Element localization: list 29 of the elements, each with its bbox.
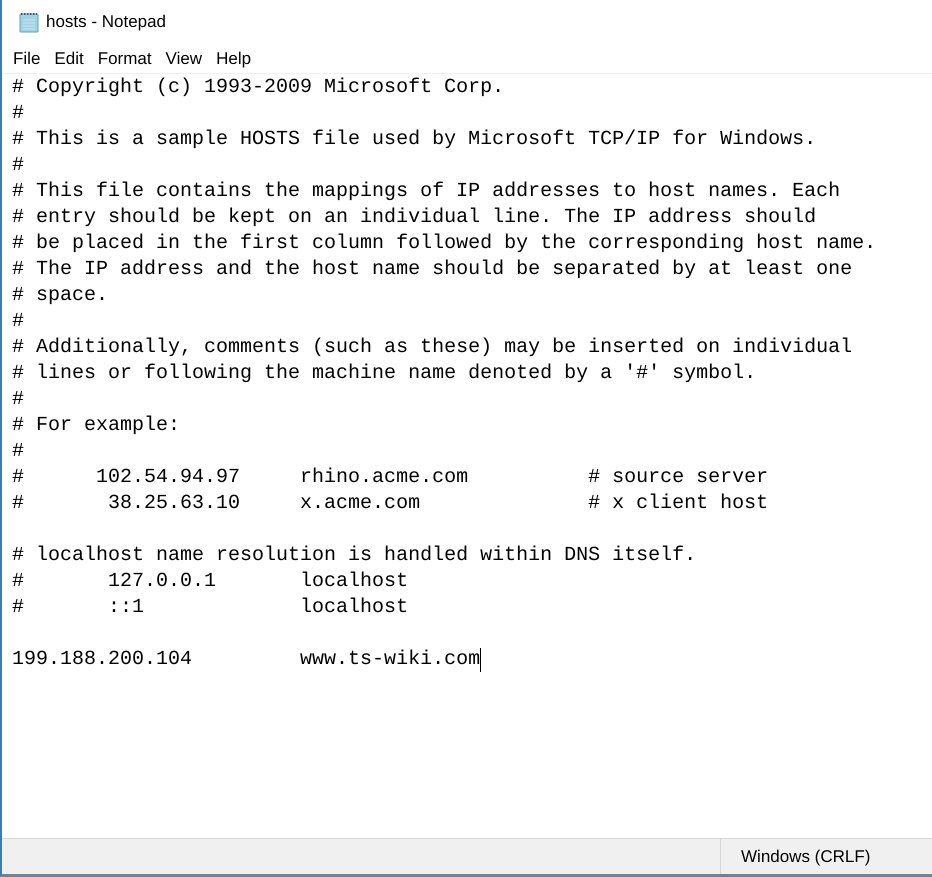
text-line: #	[12, 309, 24, 335]
text-line: #	[12, 101, 24, 127]
text-line: # 127.0.0.1 localhost	[12, 569, 408, 595]
text-line: # space.	[12, 283, 108, 309]
text-line: # Copyright (c) 1993-2009 Microsoft Corp.	[12, 75, 504, 101]
menu-item[interactable]: View	[158, 46, 210, 72]
text-line: # This is a sample HOSTS file used by Microsoft TCP/IP for Windows.	[12, 127, 816, 153]
text-line: # For example:	[12, 413, 180, 439]
menu-item[interactable]: Edit	[47, 46, 91, 72]
text-line: # lines or following the machine name denoted by a '#' symbol.	[12, 361, 756, 387]
text-line: # 102.54.94.97 rhino.acme.com # source server	[12, 465, 768, 491]
text-line: # 38.25.63.10 x.acme.com # x client host	[12, 491, 768, 517]
text-line: # ::1 localhost	[12, 595, 408, 621]
window-title: hosts - Notepad	[46, 11, 166, 34]
text-line: # localhost name resolution is handled within DNS itself.	[12, 543, 696, 569]
text-line: # be placed in the first column followed by the corresponding host name.	[12, 231, 876, 257]
text-line: 199.188.200.104 www.ts-wiki.com	[12, 647, 480, 673]
menu-item[interactable]: Format	[90, 46, 159, 72]
menu-item[interactable]: Help	[209, 46, 258, 72]
text-line: #	[12, 439, 24, 465]
text-line: # Additionally, comments (such as these) may be inserted on individual	[12, 335, 852, 361]
line-ending-label: Windows (CRLF)	[741, 846, 870, 868]
text-line: # entry should be kept on an individual line. The IP address should	[12, 205, 816, 231]
text-line: # This file contains the mappings of IP addresses to host names. Each	[12, 179, 840, 205]
notepad-icon	[18, 11, 40, 33]
menu-item[interactable]: File	[6, 46, 48, 72]
text-line: # The IP address and the host name should be separated by at least one	[12, 257, 852, 283]
text-line: #	[12, 153, 24, 179]
text-line: #	[12, 387, 24, 413]
